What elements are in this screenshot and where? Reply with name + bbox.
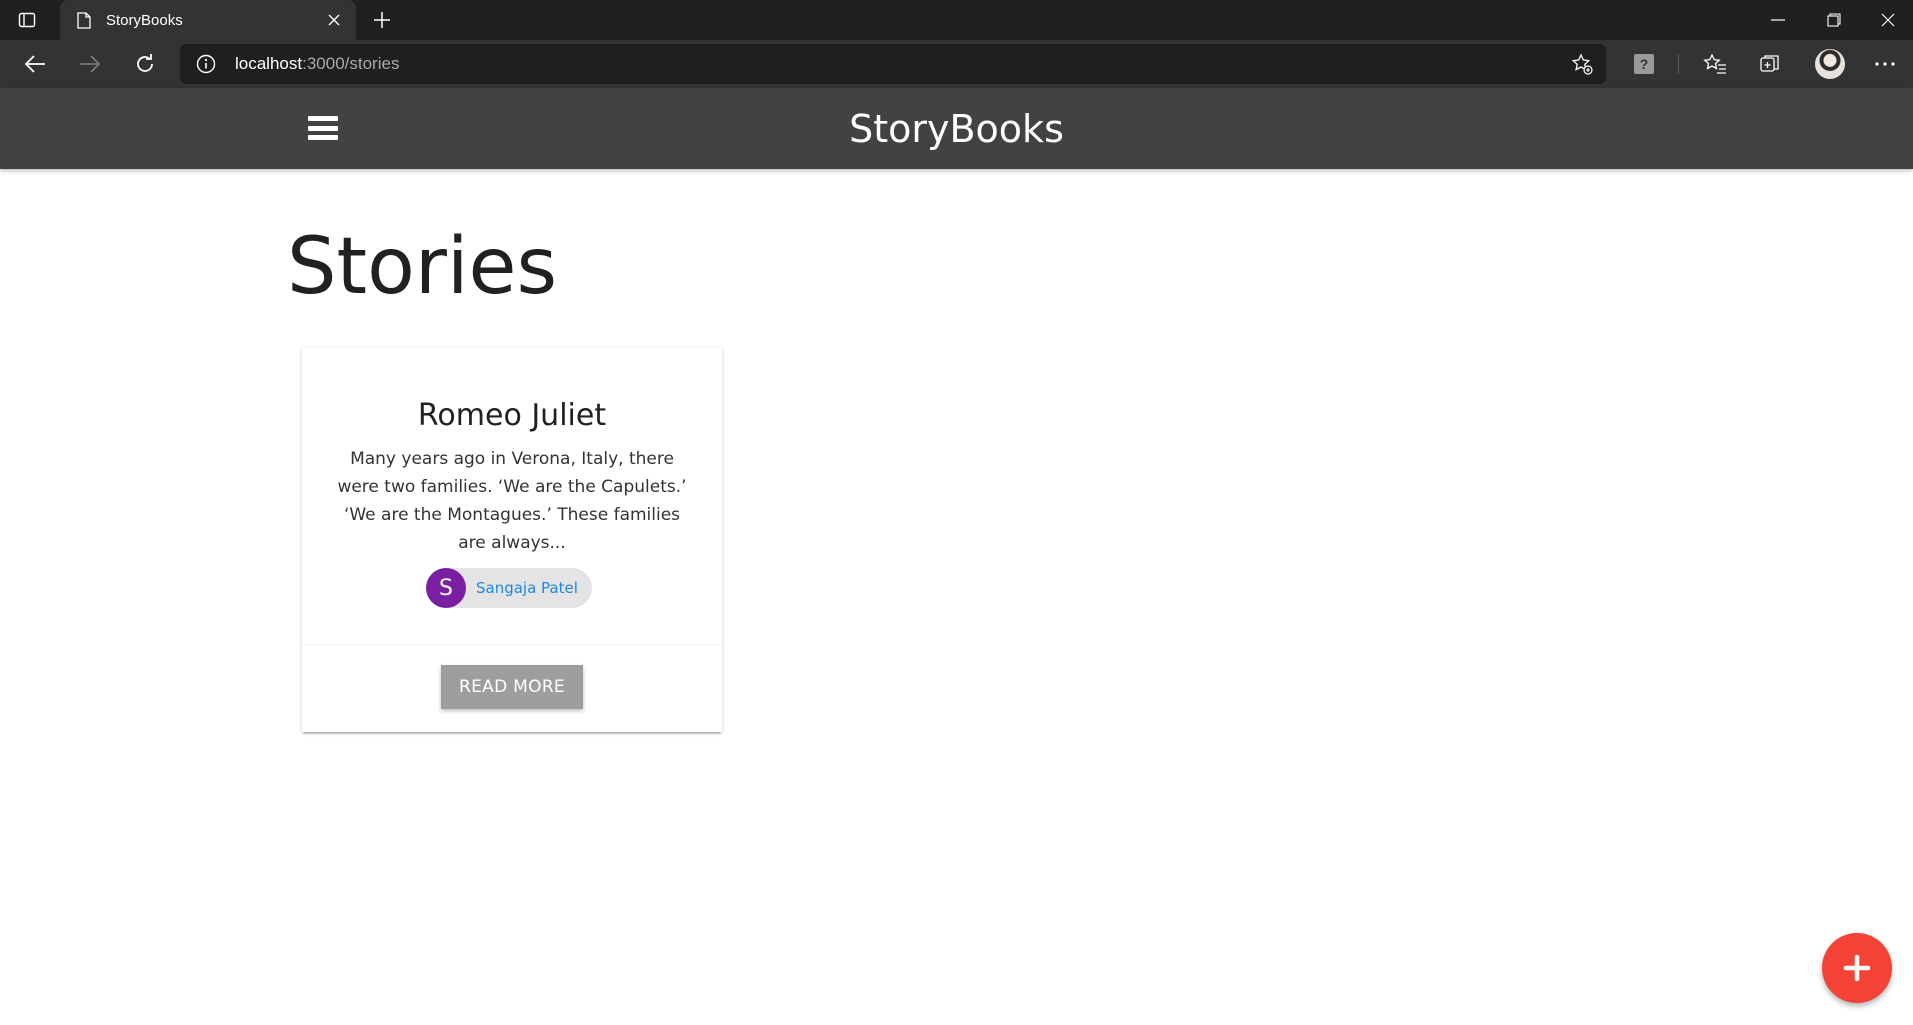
close-window-icon[interactable] xyxy=(1862,0,1913,40)
app-navbar: StoryBooks xyxy=(0,88,1913,169)
author-avatar: S xyxy=(426,568,466,608)
extension-help-icon[interactable]: ? xyxy=(1630,50,1658,78)
story-title: Romeo Juliet xyxy=(417,398,607,433)
author-link[interactable]: Sangaja Patel xyxy=(476,579,578,597)
read-more-button[interactable]: READ MORE xyxy=(441,665,583,709)
add-favorite-icon[interactable] xyxy=(1570,52,1594,76)
brand-logo[interactable]: StoryBooks xyxy=(0,107,1913,151)
profile-avatar[interactable] xyxy=(1815,49,1845,79)
refresh-icon[interactable] xyxy=(131,50,159,78)
page-title: Stories xyxy=(287,222,558,312)
restore-icon[interactable] xyxy=(1806,0,1862,40)
address-bar[interactable]: localhost:3000/stories xyxy=(180,44,1606,84)
story-card: Romeo Juliet Many years ago in Verona, I… xyxy=(302,348,722,732)
url-path: :3000/stories xyxy=(302,54,400,73)
forward-icon[interactable] xyxy=(76,50,104,78)
tab-title: StoryBooks xyxy=(106,11,183,29)
url-text[interactable]: localhost:3000/stories xyxy=(235,54,399,74)
plus-icon xyxy=(1843,954,1871,982)
close-tab-icon[interactable] xyxy=(322,8,346,32)
toolbar-separator xyxy=(1678,54,1679,74)
back-icon[interactable] xyxy=(21,50,49,78)
page-icon xyxy=(74,10,94,30)
new-tab-icon[interactable] xyxy=(370,8,394,32)
story-excerpt: Many years ago in Verona, Italy, there w… xyxy=(337,449,687,553)
site-info-icon[interactable] xyxy=(196,54,216,74)
more-options-icon[interactable] xyxy=(1871,50,1899,78)
browser-titlebar: StoryBooks xyxy=(0,0,1913,40)
favorites-icon[interactable] xyxy=(1701,50,1729,78)
svg-text:?: ? xyxy=(1640,56,1649,72)
minimize-icon[interactable] xyxy=(1750,0,1806,40)
collections-icon[interactable] xyxy=(1756,50,1784,78)
tab-actions-icon[interactable] xyxy=(16,9,38,31)
author-chip[interactable]: S Sangaja Patel xyxy=(426,568,592,608)
add-story-button[interactable] xyxy=(1822,933,1892,1003)
browser-tab[interactable]: StoryBooks xyxy=(60,0,356,40)
url-host: localhost xyxy=(235,54,303,73)
card-action: READ MORE xyxy=(302,644,722,732)
